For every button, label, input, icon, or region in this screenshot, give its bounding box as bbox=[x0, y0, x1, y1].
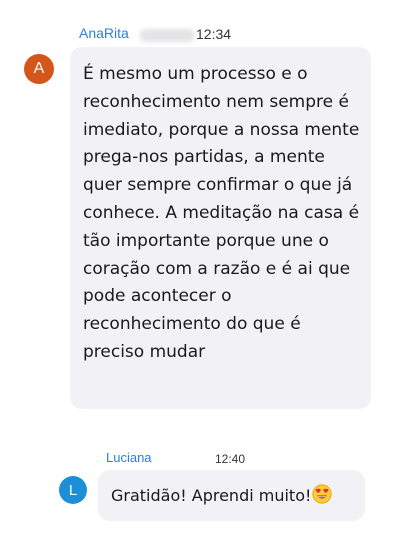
message-bubble[interactable]: É mesmo um processo e o reconhecimento n… bbox=[70, 47, 371, 409]
message-bubble[interactable]: Gratidão! Aprendi muito! bbox=[98, 470, 365, 521]
avatar[interactable]: L bbox=[59, 476, 87, 504]
message-timestamp: 12:34 bbox=[196, 26, 232, 42]
avatar[interactable]: A bbox=[24, 54, 54, 84]
message-text: Gratidão! Aprendi muito! bbox=[111, 486, 312, 505]
sender-name[interactable]: AnaRita bbox=[79, 25, 129, 41]
redacted-name-blur bbox=[140, 29, 194, 42]
heart-eyes-emoji-icon bbox=[312, 484, 333, 504]
message-timestamp: 12:40 bbox=[215, 452, 246, 466]
sender-name[interactable]: Luciana bbox=[106, 450, 152, 465]
message-text: É mesmo um processo e o reconhecimento n… bbox=[83, 64, 360, 362]
